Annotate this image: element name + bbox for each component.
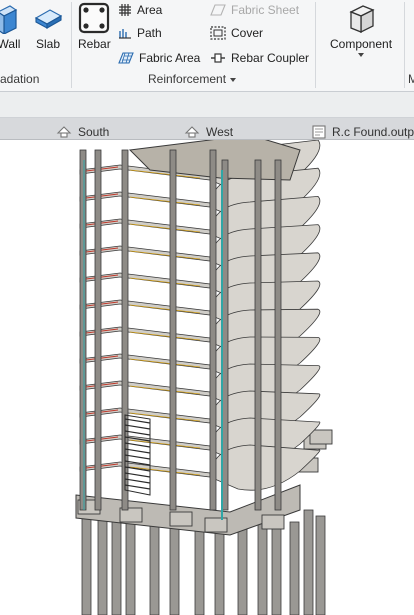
- fabric-area-icon: [118, 52, 134, 64]
- foundation-pile: [125, 509, 136, 615]
- structural-column: [254, 159, 262, 511]
- foundation-pile: [81, 509, 92, 615]
- panel-separator: [404, 2, 405, 88]
- stair-step: [124, 478, 151, 484]
- tab-south[interactable]: South: [56, 125, 109, 139]
- tab-west-label: West: [206, 125, 234, 139]
- tab-bar-blank: [0, 92, 414, 118]
- stair-step: [124, 484, 151, 490]
- stair-step: [124, 430, 151, 436]
- fabric-sheet-icon: [210, 4, 226, 16]
- foundation-pile: [315, 515, 326, 615]
- wall-button[interactable]: Wall: [0, 4, 22, 51]
- foundation-pile: [289, 521, 300, 615]
- stair-step: [124, 424, 151, 430]
- sheet-icon: [312, 125, 326, 139]
- rebar-coupler-button[interactable]: Rebar Coupler: [210, 51, 309, 65]
- chevron-down-icon: [358, 53, 365, 57]
- rebar-icon: [79, 2, 110, 34]
- reinforcement-panel-label: Reinforcement: [148, 72, 227, 86]
- pile-cap: [204, 517, 228, 533]
- cover-icon: [210, 26, 226, 40]
- stair-step: [124, 442, 151, 448]
- component-button[interactable]: Component: [330, 2, 392, 57]
- tab-south-label: South: [78, 125, 110, 139]
- fabric-sheet-button[interactable]: Fabric Sheet: [210, 3, 299, 17]
- ribbon: Wall Slab adation Rebar Area Path Fabric…: [0, 0, 414, 92]
- wall-label: Wall: [0, 37, 21, 51]
- component-icon: [349, 5, 375, 34]
- path-rebar-icon: [119, 29, 131, 39]
- foundation-pile: [97, 515, 108, 615]
- slab-label: Slab: [35, 37, 61, 51]
- pile-cap: [261, 514, 285, 530]
- structural-column: [209, 149, 217, 511]
- foundation-pile: [271, 515, 282, 615]
- tab-sheet[interactable]: R.c Found.outp: [312, 125, 414, 139]
- path-button[interactable]: Path: [118, 26, 162, 40]
- pile-cap: [309, 429, 333, 445]
- cover-label: Cover: [231, 26, 264, 40]
- structural-column: [94, 149, 102, 511]
- foundation-pile: [303, 509, 314, 615]
- wall-icon: [0, 5, 18, 34]
- foundation-pile: [149, 515, 160, 615]
- fabric-area-label: Fabric Area: [139, 51, 201, 65]
- tab-west[interactable]: West: [184, 125, 233, 139]
- building-3d-model[interactable]: [0, 140, 414, 615]
- rebar-coupler-icon: [211, 53, 225, 63]
- component-label: Component: [330, 37, 393, 51]
- stair-step: [124, 418, 151, 424]
- fabric-area-button[interactable]: Fabric Area: [118, 51, 200, 65]
- fabric-sheet-label: Fabric Sheet: [231, 3, 300, 17]
- area-label: Area: [137, 3, 163, 17]
- reinforcement-panel-title[interactable]: Reinforcement: [148, 72, 237, 86]
- rebar-button[interactable]: Rebar: [78, 2, 111, 51]
- tab-sheet-label: R.c Found.outp: [332, 125, 414, 139]
- slab-icon: [34, 9, 63, 29]
- area-button[interactable]: Area: [118, 3, 162, 17]
- structural-column: [169, 149, 177, 511]
- foundation-pile: [111, 521, 122, 615]
- path-label: Path: [137, 26, 162, 40]
- structural-column: [274, 159, 282, 511]
- elevation-icon: [56, 126, 72, 138]
- rebar-label: Rebar: [78, 37, 111, 51]
- panel-separator: [71, 2, 72, 88]
- stair-step: [124, 454, 151, 460]
- pile-cap: [169, 511, 193, 527]
- area-rebar-icon: [119, 4, 131, 16]
- stair-step: [124, 472, 151, 478]
- foundation-panel-title: adation: [0, 72, 40, 86]
- rebar-coupler-label: Rebar Coupler: [231, 51, 310, 65]
- foundation-pile: [237, 521, 248, 615]
- 3d-viewport[interactable]: [0, 140, 414, 615]
- chevron-down-icon: [230, 77, 237, 82]
- cover-button[interactable]: Cover: [210, 26, 263, 40]
- stair-step: [124, 448, 151, 454]
- elevation-icon: [184, 126, 200, 138]
- foundation-pile: [169, 521, 180, 615]
- next-panel-title: M: [408, 72, 414, 86]
- panel-separator: [315, 2, 316, 88]
- floor-slabs: [79, 140, 321, 491]
- structural-column: [79, 149, 87, 511]
- slab-button[interactable]: Slab: [33, 4, 63, 51]
